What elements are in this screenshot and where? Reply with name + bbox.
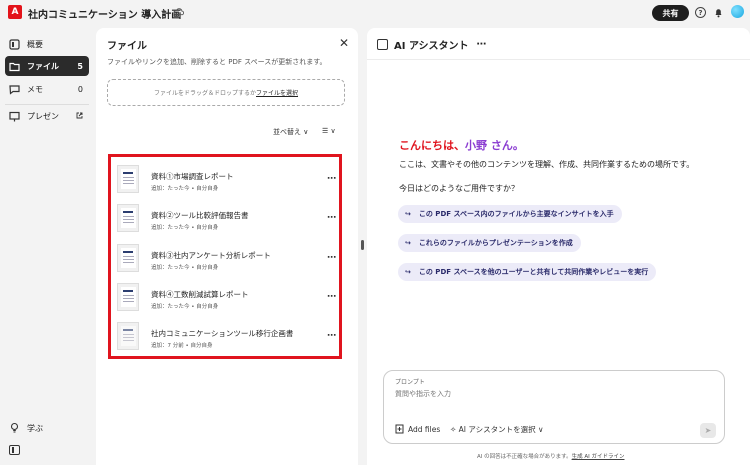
disclaimer: AI の回答は不正確な場合があります。生成 AI ガイドライン [477, 452, 624, 460]
prompt-label: プロンプト [395, 379, 425, 386]
select-ai-assistant-dropdown[interactable]: ✧ AI アシスタントを選択 ∨ [450, 424, 543, 435]
cloud-icon [173, 8, 184, 16]
nav-item-label: プレゼン [27, 111, 59, 121]
nav-item-label: 概要 [27, 39, 43, 49]
reply-arrow-icon: ↪ [405, 268, 411, 276]
files-panel-description: ファイルやリンクを追加、削除すると PDF スペースが更新されます。 [107, 58, 327, 66]
file-row[interactable]: 社内コミュニケーションツール移行企画書 追加：7 分前 • 自分自身 ⋯ [117, 322, 336, 354]
file-meta: 追加：7 分前 • 自分自身 [151, 343, 213, 349]
suggestion-label: この PDF スペースを他のユーザーと共有して共同作業やレビューを実行 [418, 268, 649, 276]
ai-panel-title: AI アシスタント [394, 41, 469, 52]
sort-dropdown[interactable]: 並べ替え ∨ [273, 127, 308, 137]
file-name: 資料④工数削減試算レポート [151, 290, 249, 299]
notes-count: 0 [77, 84, 83, 94]
ai-assistant-panel: AI アシスタント ⋯ こんにちは、小野 さん。 ここは、文書やその他のコンテン… [367, 28, 750, 465]
more-options-icon[interactable]: ⋯ [327, 253, 336, 263]
more-options-icon[interactable]: ⋯ [327, 331, 336, 341]
prompt-input[interactable] [395, 390, 695, 398]
nav-item-presentation[interactable]: プレゼン [5, 106, 89, 126]
folder-icon [9, 61, 20, 72]
more-options-icon[interactable]: ⋯ [327, 213, 336, 223]
nav-item-overview[interactable]: 概要 [5, 34, 89, 54]
prompt-box: プロンプト Add files ✧ AI アシスタントを選択 ∨ ➤ [383, 370, 725, 444]
file-meta: 追加：たった今 • 自分自身 [151, 186, 219, 192]
document-title: 社内コミュニケーション 導入計画 [28, 10, 182, 21]
file-list: 資料①市場調査レポート 追加：たった今 • 自分自身 ⋯ 資料②ツール比較評価報… [108, 154, 342, 359]
more-options-icon[interactable]: ⋯ [327, 174, 336, 184]
sidebar-toggle-icon[interactable] [9, 445, 20, 455]
file-row[interactable]: 資料②ツール比較評価報告書 追加：たった今 • 自分自身 ⋯ [117, 204, 336, 236]
dropzone-text: ファイルをドラッグ＆ドロップするか [153, 90, 256, 97]
learn-label: 学ぶ [27, 424, 43, 433]
file-thumbnail [117, 204, 139, 232]
select-file-link[interactable]: ファイルを選択 [256, 88, 298, 97]
nav-item-notes[interactable]: メモ 0 [5, 79, 89, 99]
files-panel: ファイル ✕ ファイルやリンクを追加、削除すると PDF スペースが更新されます… [96, 28, 358, 465]
presentation-icon [9, 111, 20, 122]
intro-text: ここは、文書やその他のコンテンツを理解、作成、共同作業するための場所です。 [399, 160, 695, 169]
suggestion-chip[interactable]: ↪ この PDF スペースを他のユーザーと共有して共同作業やレビューを実行 [398, 263, 657, 281]
top-bar: A 社内コミュニケーション 導入計画 共有 ? [0, 0, 750, 26]
list-view-icon[interactable]: ☰ ∨ [322, 127, 336, 135]
file-meta: 追加：たった今 • 自分自身 [151, 304, 219, 310]
reply-arrow-icon: ↪ [405, 239, 411, 247]
disclaimer-text: AI の回答は不正確な場合があります。 [477, 454, 572, 460]
left-nav: 概要 ファイル 5 メモ 0 プレゼン 学ぶ [0, 26, 95, 465]
send-icon[interactable]: ➤ [700, 423, 716, 438]
bell-icon[interactable] [713, 7, 724, 18]
ask-text: 今日はどのようなご用件ですか？ [399, 184, 519, 193]
file-row[interactable]: 資料③社内アンケート分析レポート 追加：たった今 • 自分自身 ⋯ [117, 244, 336, 276]
nav-divider [5, 104, 89, 105]
header-divider [367, 59, 750, 60]
file-meta: 追加：たった今 • 自分自身 [151, 225, 219, 231]
greeting-user: 小野 さん。 [465, 139, 524, 152]
greeting-hello: こんにちは、 [399, 139, 465, 152]
ai-chat-icon [377, 39, 388, 50]
more-options-icon[interactable]: ⋯ [327, 292, 336, 302]
nav-item-label: メモ [27, 84, 43, 94]
suggestion-label: これらのファイルからプレゼンテーションを作成 [418, 239, 573, 247]
file-name: 資料②ツール比較評価報告書 [151, 211, 249, 220]
file-row[interactable]: 資料①市場調査レポート 追加：たった今 • 自分自身 ⋯ [117, 165, 336, 197]
learn-link[interactable]: 学ぶ [9, 422, 43, 435]
files-panel-title: ファイル [107, 41, 147, 52]
suggestion-chip[interactable]: ↪ この PDF スペース内のファイルから主要なインサイトを入手 [398, 205, 622, 223]
avatar[interactable] [731, 5, 744, 18]
more-options-icon[interactable]: ⋯ [477, 39, 487, 50]
add-file-icon [395, 424, 404, 434]
file-thumbnail [117, 322, 139, 350]
ai-panel-header: AI アシスタント ⋯ [377, 37, 487, 52]
suggestion-label: この PDF スペース内のファイルから主要なインサイトを入手 [418, 210, 614, 218]
file-row[interactable]: 資料④工数削減試算レポート 追加：たった今 • 自分自身 ⋯ [117, 283, 336, 315]
guidelines-link[interactable]: 生成 AI ガイドライン [572, 454, 625, 460]
file-thumbnail [117, 165, 139, 193]
add-files-button[interactable]: Add files [395, 424, 440, 434]
share-button[interactable]: 共有 [652, 5, 689, 21]
close-icon[interactable]: ✕ [339, 36, 349, 50]
file-thumbnail [117, 244, 139, 272]
nav-item-files[interactable]: ファイル 5 [5, 56, 89, 76]
file-name: 社内コミュニケーションツール移行企画書 [151, 329, 294, 338]
lightbulb-icon [9, 422, 20, 435]
external-link-icon [76, 112, 83, 121]
panel-resize-handle[interactable] [361, 240, 364, 250]
file-meta: 追加：たった今 • 自分自身 [151, 265, 219, 271]
file-thumbnail [117, 283, 139, 311]
overview-icon [9, 38, 20, 50]
file-dropzone[interactable]: ファイルをドラッグ＆ドロップするか ファイルを選択 [107, 79, 345, 106]
nav-item-label: ファイル [27, 61, 59, 71]
acrobat-logo-icon[interactable]: A [8, 5, 22, 19]
reply-arrow-icon: ↪ [405, 210, 411, 218]
file-name: 資料①市場調査レポート [151, 172, 234, 181]
add-files-label: Add files [408, 424, 441, 434]
file-name: 資料③社内アンケート分析レポート [151, 251, 271, 260]
note-icon [9, 84, 20, 95]
suggestion-chip[interactable]: ↪ これらのファイルからプレゼンテーションを作成 [398, 234, 581, 252]
greeting: こんにちは、小野 さん。 [399, 137, 524, 153]
help-icon[interactable]: ? [695, 7, 706, 18]
files-count: 5 [77, 61, 83, 71]
